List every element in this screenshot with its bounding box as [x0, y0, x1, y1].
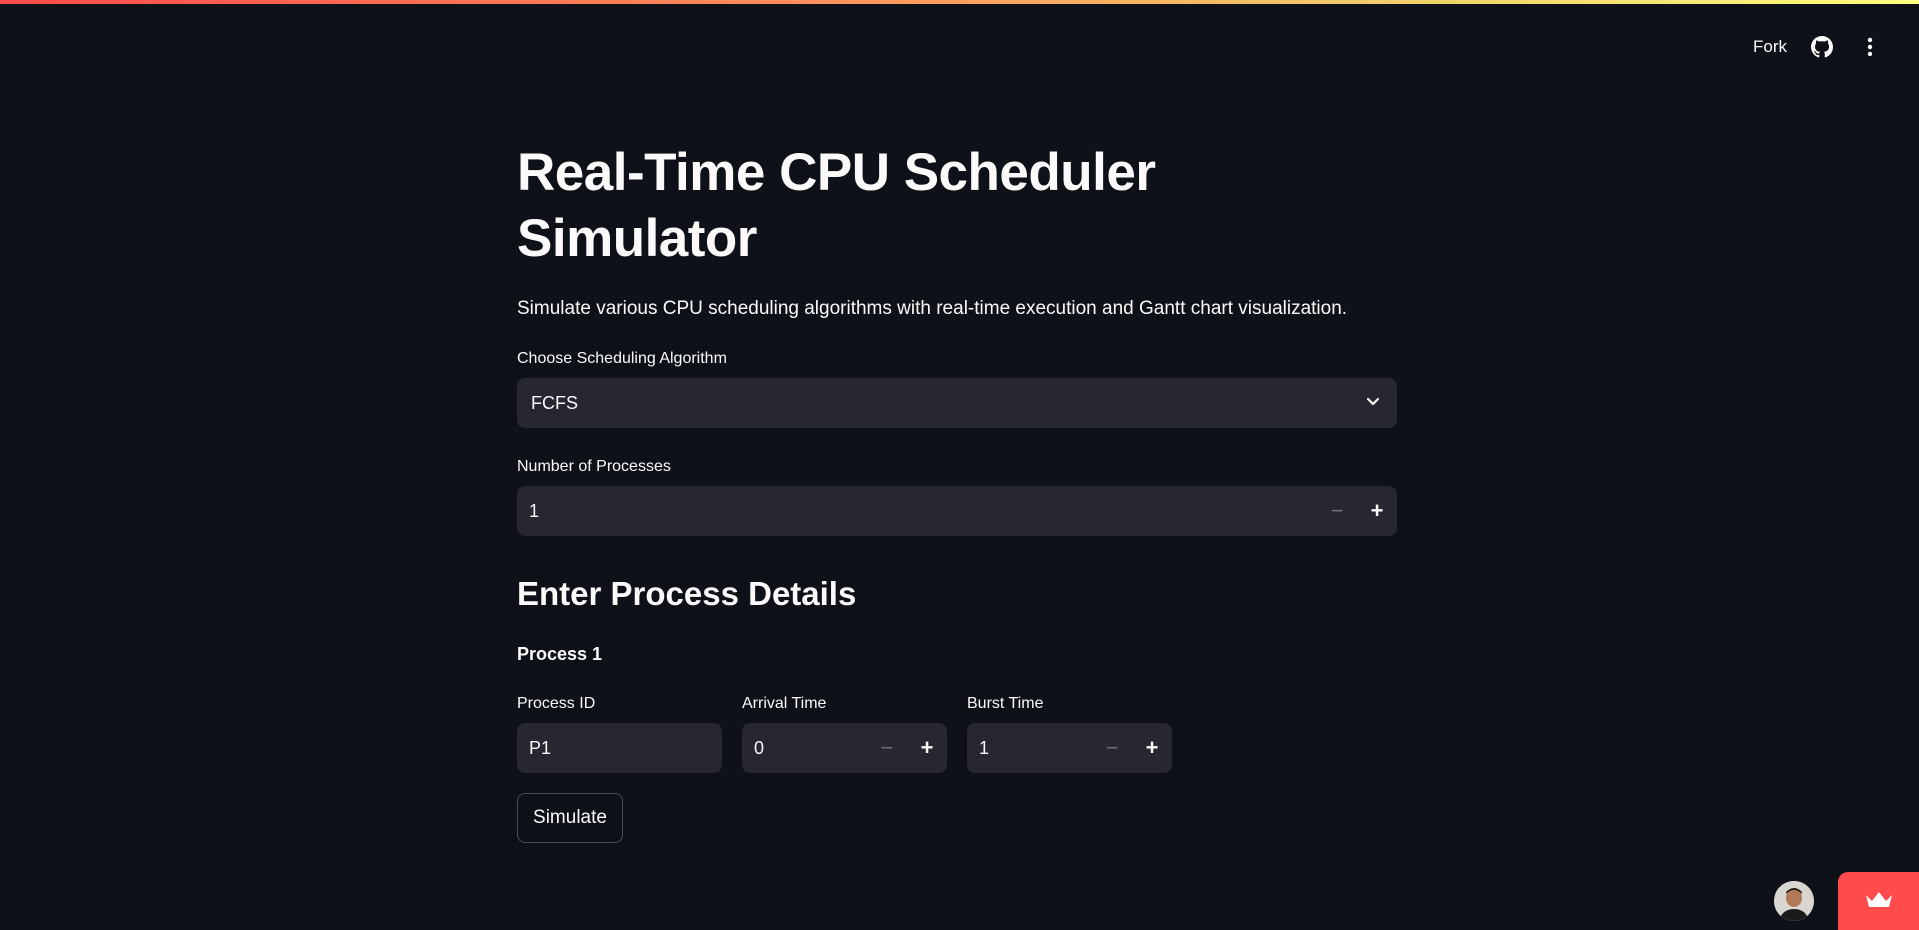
- crown-icon: [1864, 889, 1894, 914]
- manage-app-button[interactable]: [1838, 872, 1919, 930]
- arrival-time-label: Arrival Time: [742, 695, 827, 712]
- page-title: Real-Time CPU Scheduler Simulator: [517, 143, 1156, 268]
- decrement-button[interactable]: −: [1317, 486, 1357, 536]
- github-icon[interactable]: [1809, 34, 1835, 60]
- arrival-time-value[interactable]: 0: [742, 738, 764, 759]
- process-id-input[interactable]: P1: [517, 723, 722, 773]
- process-heading: Process 1: [517, 644, 603, 664]
- process-id-label: Process ID: [517, 695, 596, 712]
- top-decoration-stripe: [0, 0, 1919, 4]
- algorithm-select[interactable]: FCFS: [517, 378, 1397, 428]
- header-actions: Fork: [1753, 32, 1883, 62]
- num-processes-value[interactable]: 1: [517, 501, 539, 522]
- burst-time-input[interactable]: 1 − +: [967, 723, 1172, 773]
- burst-time-stepper: − +: [1092, 723, 1172, 773]
- algorithm-select-value: FCFS: [531, 392, 578, 413]
- num-processes-label: Number of Processes: [517, 458, 671, 475]
- more-vertical-icon[interactable]: [1857, 34, 1883, 60]
- page-subtitle: Simulate various CPU scheduling algorith…: [517, 298, 1348, 319]
- burst-time-column: Burst Time 1 − +: [967, 695, 1172, 773]
- num-processes-input[interactable]: 1 − +: [517, 486, 1397, 536]
- burst-increment-button[interactable]: +: [1132, 723, 1172, 773]
- arrival-decrement-button[interactable]: −: [867, 723, 907, 773]
- main-content: Real-Time CPU Scheduler Simulator Simula…: [517, 140, 1397, 843]
- simulate-button[interactable]: Simulate: [517, 793, 623, 843]
- fork-link[interactable]: Fork: [1753, 37, 1787, 57]
- burst-time-label: Burst Time: [967, 695, 1044, 712]
- num-processes-stepper: − +: [1317, 486, 1397, 536]
- arrival-time-input[interactable]: 0 − +: [742, 723, 947, 773]
- arrival-increment-button[interactable]: +: [907, 723, 947, 773]
- arrival-time-column: Arrival Time 0 − +: [742, 695, 947, 773]
- burst-decrement-button[interactable]: −: [1092, 723, 1132, 773]
- algorithm-select-label: Choose Scheduling Algorithm: [517, 350, 727, 367]
- process-id-column: Process ID P1: [517, 695, 722, 773]
- arrival-time-stepper: − +: [867, 723, 947, 773]
- process-fields-row: Process ID P1 Arrival Time 0 − + Burst T…: [517, 695, 1397, 773]
- chevron-down-icon: [1365, 393, 1381, 414]
- section-title: Enter Process Details: [517, 575, 857, 612]
- process-id-value[interactable]: P1: [517, 738, 551, 759]
- increment-button[interactable]: +: [1357, 486, 1397, 536]
- avatar[interactable]: [1774, 881, 1814, 921]
- burst-time-value[interactable]: 1: [967, 738, 989, 759]
